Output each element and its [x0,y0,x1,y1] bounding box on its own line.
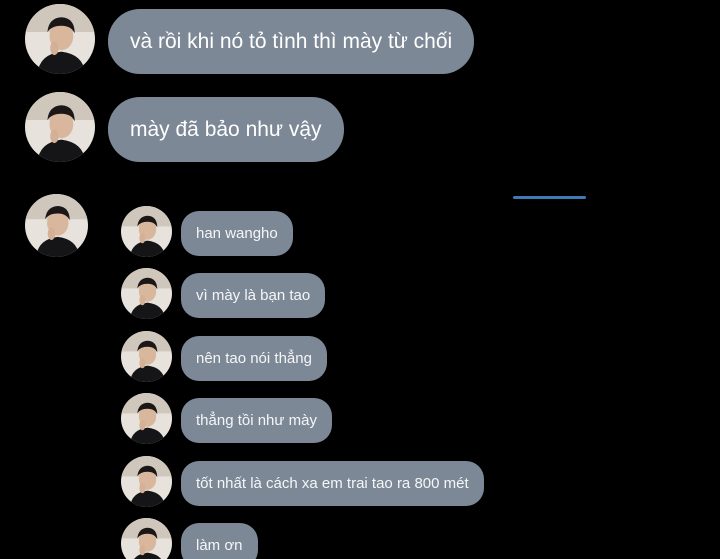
profile-photo-avatar[interactable] [121,518,172,559]
profile-photo-avatar[interactable] [121,393,172,444]
person-photo-icon [25,92,95,162]
message-bubble: tốt nhất là cách xa em trai tao ra 800 m… [181,461,484,506]
message-bubble: thẳng tồi như mày [181,398,332,443]
message-text: làm ơn [196,537,243,554]
person-photo-icon [121,331,172,382]
profile-photo-avatar[interactable] [121,331,172,382]
profile-photo-avatar[interactable] [121,456,172,507]
message-text: vì mày là bạn tao [196,287,311,304]
message-bubble: và rồi khi nó tỏ tình thì mày từ chối [108,9,475,74]
profile-photo-avatar[interactable] [121,268,172,319]
message-text: han wangho [196,225,278,242]
message-text: mày đã bảo như vậy [130,117,322,141]
message-bubble: làm ơn [181,523,258,559]
message-text: và rồi khi nó tỏ tình thì mày từ chối [130,29,453,53]
message-text: thẳng tồi như mày [196,412,317,429]
message-bubble: mày đã bảo như vậy [108,97,344,162]
person-photo-icon [121,393,172,444]
profile-photo-avatar[interactable] [25,4,95,74]
accent-line [513,196,586,199]
message-text: tốt nhất là cách xa em trai tao ra 800 m… [196,475,469,492]
message-bubble: vì mày là bạn tao [181,273,326,318]
person-photo-icon [25,4,95,74]
person-photo-icon [121,206,172,257]
person-photo-icon [121,268,172,319]
profile-photo-avatar[interactable] [25,92,95,162]
person-photo-icon [25,194,88,257]
profile-photo-avatar[interactable] [121,206,172,257]
message-bubble: han wangho [181,211,293,256]
message-bubble: nên tao nói thẳng [181,336,327,381]
profile-photo-avatar[interactable] [25,194,88,257]
chat-screen: và rồi khi nó tỏ tình thì mày từ chối mà… [0,0,720,559]
person-photo-icon [121,518,172,559]
message-text: nên tao nói thẳng [196,350,312,367]
person-photo-icon [121,456,172,507]
